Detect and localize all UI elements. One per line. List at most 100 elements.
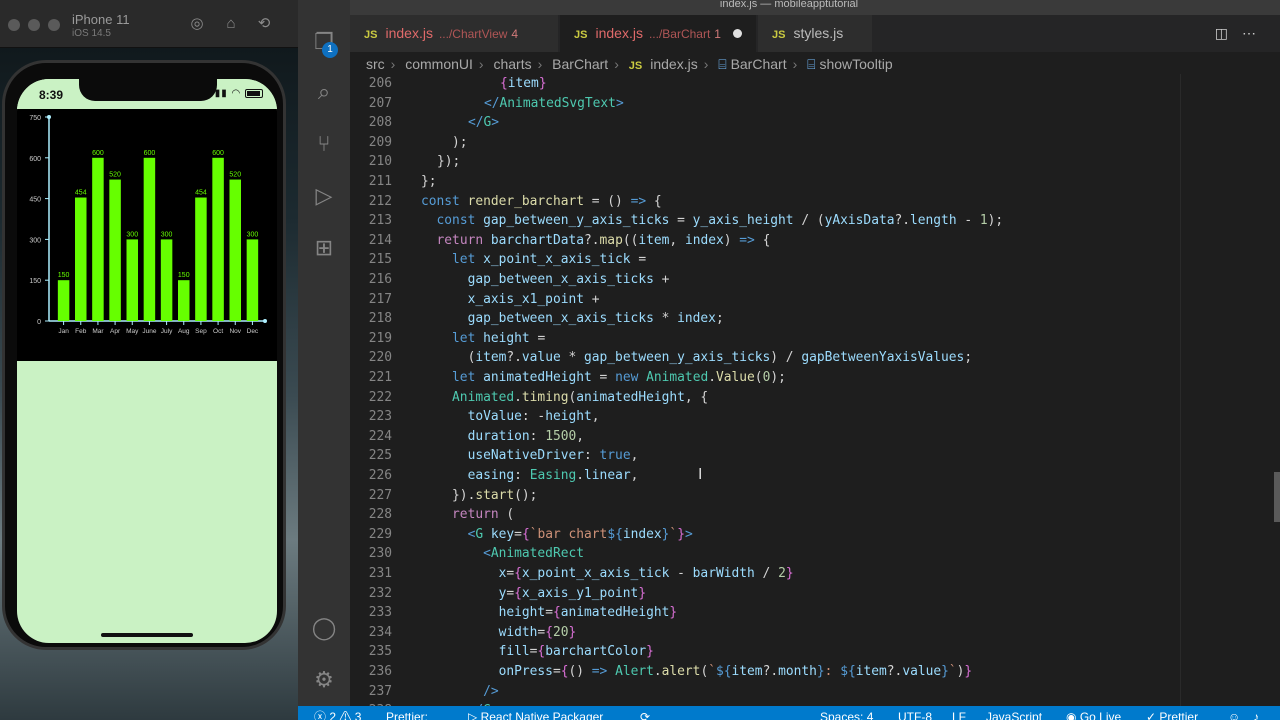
code-line[interactable]: 230 <AnimatedRect bbox=[350, 544, 1180, 564]
code-line[interactable]: 220 (item?.value * gap_between_y_axis_ti… bbox=[350, 348, 1180, 368]
code-line[interactable]: 237 /> bbox=[350, 682, 1180, 702]
code-text: easing: Easing.linear, bbox=[467, 468, 639, 483]
code-line[interactable]: 224 duration: 1500, bbox=[350, 427, 1180, 447]
scrollbar-thumb[interactable] bbox=[1274, 472, 1280, 522]
code-editor[interactable]: 206 {item} 207 </AnimatedSvgText> 208 </G> 209… bbox=[350, 74, 1180, 706]
code-line[interactable]: 227 }).start(); bbox=[350, 486, 1180, 506]
line-number: 223 bbox=[368, 409, 392, 425]
account-icon[interactable]: ◯ bbox=[310, 614, 338, 642]
code-line[interactable]: 208 </G> bbox=[350, 113, 1180, 133]
home-indicator[interactable] bbox=[101, 633, 193, 637]
notifications-icon[interactable]: ♪ bbox=[1253, 706, 1259, 720]
breadcrumb-item[interactable]: showTooltip bbox=[819, 56, 892, 72]
code-line[interactable]: 206 {item} bbox=[350, 74, 1180, 94]
code-line[interactable]: 231 x={x_point_x_axis_tick - barWidth / … bbox=[350, 564, 1180, 584]
eol-status[interactable]: LF bbox=[952, 706, 966, 720]
home-icon[interactable]: ⌂ bbox=[222, 15, 240, 33]
code-line[interactable]: 216 gap_between_x_axis_ticks + bbox=[350, 270, 1180, 290]
line-number: 208 bbox=[368, 115, 392, 131]
code-line[interactable]: 226 easing: Easing.linear, bbox=[350, 466, 1180, 486]
code-line[interactable]: 217 x_axis_x1_point + bbox=[350, 290, 1180, 310]
code-line[interactable]: 219 let height = bbox=[350, 329, 1180, 349]
settings-gear-icon[interactable]: ⚙ bbox=[310, 666, 338, 694]
breadcrumb-item[interactable]: BarChart bbox=[731, 56, 787, 72]
breadcrumb-item[interactable]: charts bbox=[493, 56, 531, 72]
bar-value-label: 300 bbox=[247, 231, 259, 238]
language-mode[interactable]: JavaScript bbox=[986, 706, 1042, 720]
code-line[interactable]: 209); bbox=[350, 133, 1180, 153]
tab-index-chartview[interactable]: JS index.js .../ChartView 4 bbox=[350, 15, 558, 52]
code-line[interactable]: 233 height={animatedHeight} bbox=[350, 603, 1180, 623]
extensions-icon[interactable]: ⊞ bbox=[310, 234, 338, 262]
indentation-status[interactable]: Spaces: 4 bbox=[820, 706, 873, 720]
y-tick-label: 0 bbox=[37, 319, 41, 326]
code-text: duration: 1500, bbox=[467, 428, 585, 444]
line-number: 234 bbox=[368, 624, 392, 640]
code-line[interactable]: 235 fill={barchartColor} bbox=[350, 642, 1180, 662]
source-control-icon[interactable]: ⑂ bbox=[310, 130, 338, 158]
code-text: let x_point_x_axis_tick = bbox=[452, 252, 647, 268]
encoding-status[interactable]: UTF-8 bbox=[898, 706, 932, 720]
unsaved-dot-icon[interactable] bbox=[732, 29, 742, 38]
code-line[interactable]: 234 width={20} bbox=[350, 623, 1180, 643]
problems-indicator[interactable]: ⓧ 2 ⚠ 3 bbox=[314, 706, 361, 720]
line-number: 211 bbox=[368, 174, 392, 189]
breadcrumb-item[interactable]: index.js bbox=[650, 56, 697, 72]
code-line[interactable]: 215 let x_point_x_axis_tick = bbox=[350, 250, 1180, 270]
x-tick-label: Aug bbox=[178, 328, 190, 335]
code-text: </G> bbox=[468, 115, 500, 131]
screenshot-icon[interactable]: ◎ bbox=[188, 15, 206, 33]
bar bbox=[75, 197, 87, 321]
go-live-button[interactable]: ◉ Go Live bbox=[1066, 706, 1121, 720]
code-line[interactable]: 213 const gap_between_y_axis_ticks = y_a… bbox=[350, 211, 1180, 231]
y-tick-label: 600 bbox=[29, 156, 41, 163]
code-text: }).start(); bbox=[421, 487, 538, 503]
minimize-window-button[interactable] bbox=[28, 19, 40, 31]
packager-status[interactable]: ▷ React Native Packager bbox=[468, 706, 603, 720]
code-text: x_axis_x1_point + bbox=[467, 291, 600, 307]
code-line[interactable]: 221 let animatedHeight = new Animated.Va… bbox=[350, 368, 1180, 388]
y-tick-label: 450 bbox=[29, 197, 41, 204]
code-line[interactable]: 232 y={x_axis_y1_point} bbox=[350, 584, 1180, 604]
run-debug-icon[interactable]: ▷ bbox=[310, 182, 338, 210]
breadcrumb-item[interactable]: src bbox=[366, 56, 385, 72]
code-line[interactable]: 218 gap_between_x_axis_ticks * index; bbox=[350, 309, 1180, 329]
search-icon[interactable]: ⌕ bbox=[310, 78, 338, 106]
code-line[interactable]: 211}; bbox=[350, 172, 1180, 192]
tab-index-barchart[interactable]: JS index.js .../BarChart 1 bbox=[560, 15, 756, 52]
code-text: </AnimatedSvgText> bbox=[484, 95, 624, 111]
code-text: useNativeDriver: true, bbox=[467, 448, 639, 464]
code-line[interactable]: 228 return ( bbox=[350, 505, 1180, 525]
code-line[interactable]: 214 return barchartData?.map((item, inde… bbox=[350, 231, 1180, 251]
code-line[interactable]: 222 Animated.timing(animatedHeight, { bbox=[350, 388, 1180, 408]
window-title: index.js — mobileapptutorial bbox=[298, 0, 1280, 15]
code-line[interactable]: 236 onPress={() => Alert.alert(`${item?.… bbox=[350, 662, 1180, 682]
code-line[interactable]: 212 const render_barchart = () => { bbox=[350, 192, 1180, 212]
code-line[interactable]: 207 </AnimatedSvgText> bbox=[350, 94, 1180, 114]
zoom-window-button[interactable] bbox=[48, 19, 60, 31]
tab-filename: styles.js bbox=[793, 25, 844, 41]
code-text: <AnimatedRect bbox=[483, 546, 584, 562]
code-line[interactable]: 210}); bbox=[350, 152, 1180, 172]
rotate-icon[interactable]: ⟲ bbox=[255, 15, 273, 33]
minimap[interactable] bbox=[1180, 74, 1280, 706]
close-window-button[interactable] bbox=[8, 19, 20, 31]
more-actions-icon[interactable]: ⋯ bbox=[1242, 25, 1270, 41]
x-tick-label: Sep bbox=[195, 328, 207, 335]
tab-styles[interactable]: JS styles.js bbox=[758, 15, 872, 52]
prettier-status[interactable]: Prettier: bbox=[386, 706, 428, 720]
split-editor-icon[interactable]: ◫ bbox=[1215, 25, 1242, 41]
sync-icon[interactable]: ⟳ bbox=[640, 706, 650, 720]
code-line[interactable]: 225 useNativeDriver: true, bbox=[350, 446, 1180, 466]
line-number: 227 bbox=[368, 487, 392, 503]
code-text: return barchartData?.map((item, index) =… bbox=[436, 232, 771, 248]
breadcrumb-item[interactable]: commonUI bbox=[405, 56, 473, 72]
feedback-icon[interactable]: ☺ bbox=[1228, 706, 1240, 720]
prettier-button[interactable]: ✓ Prettier bbox=[1146, 706, 1198, 720]
code-line[interactable]: 229 <G key={`bar chart${index}`}> bbox=[350, 525, 1180, 545]
breadcrumb-item[interactable]: BarChart bbox=[552, 56, 608, 72]
simulator-subtitle: iOS 14.5 bbox=[72, 28, 111, 39]
code-line[interactable]: 223 toValue: -height, bbox=[350, 407, 1180, 427]
y-tick-label: 150 bbox=[29, 278, 41, 285]
x-tick-label: Feb bbox=[75, 328, 87, 335]
